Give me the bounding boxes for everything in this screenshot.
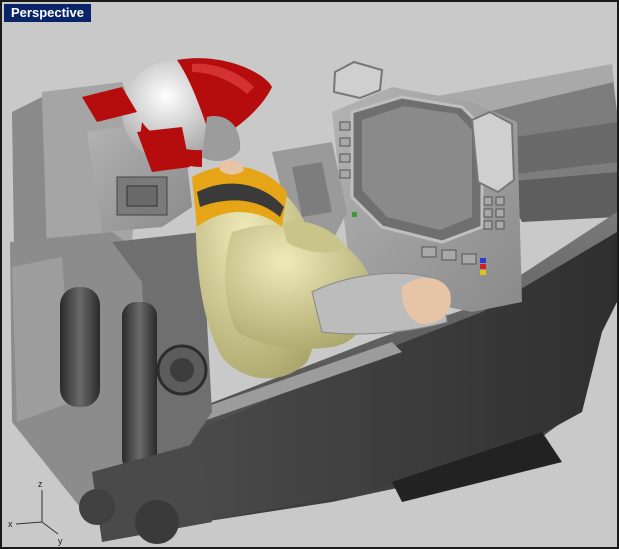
cockpit-3d-render[interactable]: z x y — [2, 2, 617, 547]
perspective-viewport[interactable]: Perspective z x y — [0, 0, 619, 549]
y-axis-label: y — [58, 536, 63, 546]
x-axis-label: x — [8, 519, 13, 529]
axis-triad: z x y — [8, 479, 63, 546]
z-axis-label: z — [38, 479, 43, 489]
viewport-title-label[interactable]: Perspective — [4, 4, 91, 22]
